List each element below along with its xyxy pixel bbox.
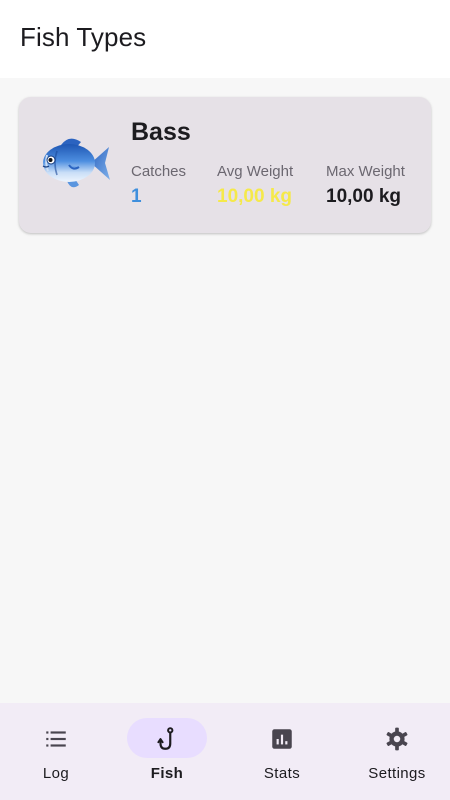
fish-name: Bass	[131, 118, 191, 146]
list-icon	[46, 731, 66, 747]
catches-label: Catches	[131, 163, 187, 180]
bottom-navigation-bar: Log Fish Stats Settings	[0, 703, 450, 800]
app-screen: Fish Types Bass Catches 1 Avg Weight 10,…	[0, 0, 450, 800]
max-weight-label: Max Weight	[326, 163, 405, 180]
top-app-bar: Fish Types	[0, 0, 450, 78]
fish-card-bass[interactable]: Bass Catches 1 Avg Weight 10,00 kg Max W…	[19, 97, 431, 233]
nav-item-settings[interactable]: Settings	[341, 703, 450, 800]
nav-label-log: Log	[42, 765, 70, 782]
nav-label-fish: Fish	[150, 765, 184, 782]
avg-weight-value: 10,00 kg	[217, 186, 292, 207]
fish-emoji-icon	[42, 138, 110, 188]
max-weight-value: 10,00 kg	[326, 186, 401, 207]
bar-chart-icon	[272, 729, 292, 749]
stat-avg-weight: Avg Weight 10,00 kg	[217, 163, 293, 208]
nav-item-fish[interactable]: Fish	[111, 703, 223, 800]
catches-value: 1	[131, 186, 142, 207]
nav-label-settings: Settings	[368, 765, 426, 782]
stat-catches: Catches 1	[131, 163, 186, 208]
stat-max-weight: Max Weight 10,00 kg	[326, 163, 405, 208]
page-title: Fish Types	[20, 22, 147, 52]
nav-item-stats[interactable]: Stats	[226, 703, 338, 800]
nav-label-stats: Stats	[263, 765, 301, 782]
fish-types-list: Bass Catches 1 Avg Weight 10,00 kg Max W…	[0, 78, 450, 703]
nav-item-log[interactable]: Log	[0, 703, 112, 800]
gear-icon	[386, 727, 408, 751]
avg-weight-label: Avg Weight	[217, 163, 294, 180]
fishing-hook-icon	[157, 727, 174, 750]
